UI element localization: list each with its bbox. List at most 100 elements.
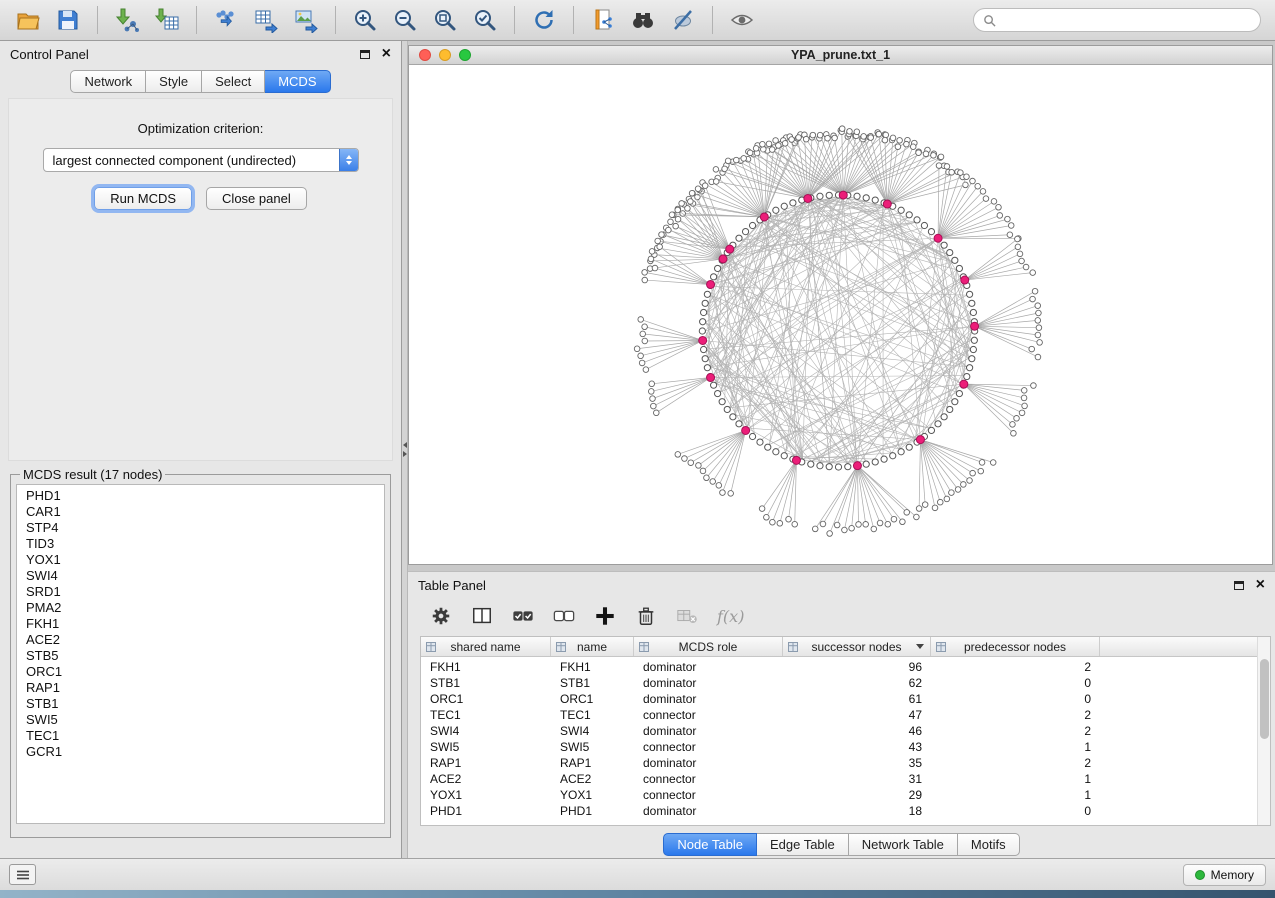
style-slash-button[interactable] (665, 4, 701, 36)
show-hide-button[interactable] (724, 4, 760, 36)
table-settings-button[interactable] (430, 605, 452, 627)
refresh-layout-button[interactable] (526, 4, 562, 36)
tab-select[interactable]: Select (202, 70, 265, 93)
table-row[interactable]: FKH1FKH1dominator962 (421, 659, 1257, 675)
search-network-button[interactable] (625, 4, 661, 36)
zoom-out-button[interactable] (387, 4, 423, 36)
table-cell: 46 (783, 724, 931, 738)
table-cell: YOX1 (421, 788, 551, 802)
mcds-result-item[interactable]: RAP1 (26, 680, 384, 696)
function-builder-button[interactable]: f(x) (717, 607, 744, 626)
tab-network[interactable]: Network (70, 70, 146, 93)
task-history-button[interactable] (9, 864, 36, 885)
network-canvas[interactable] (409, 65, 1272, 564)
dropdown-stepper-icon[interactable] (339, 149, 358, 171)
network-graph[interactable] (409, 65, 1272, 564)
mcds-result-list[interactable]: PHD1CAR1STP4TID3YOX1SWI4SRD1PMA2FKH1ACE2… (16, 484, 385, 824)
save-session-button[interactable] (50, 4, 86, 36)
export-image-icon (293, 7, 319, 33)
mcds-result-item[interactable]: TID3 (26, 536, 384, 552)
export-image-button[interactable] (288, 4, 324, 36)
table-row[interactable]: PHD1PHD1dominator180 (421, 803, 1257, 819)
control-panel-header: Control Panel × (0, 41, 401, 67)
search-input[interactable] (1002, 13, 1251, 27)
import-table-button[interactable] (149, 4, 185, 36)
column-header-shared-name[interactable]: shared name (421, 637, 551, 656)
table-row[interactable]: SWI5SWI5connector431 (421, 739, 1257, 755)
scrollbar-thumb[interactable] (1260, 659, 1269, 739)
table-row[interactable]: SWI4SWI4dominator462 (421, 723, 1257, 739)
table-scrollbar[interactable] (1257, 637, 1270, 825)
mcds-result-item[interactable]: GCR1 (26, 744, 384, 760)
column-header-mcds-role[interactable]: MCDS role (634, 637, 783, 656)
table-toolbar: f(x) (408, 598, 1275, 634)
column-header-name[interactable]: name (551, 637, 634, 656)
zoom-in-button[interactable] (347, 4, 383, 36)
memory-button[interactable]: Memory (1183, 864, 1266, 886)
minimize-window-icon[interactable] (439, 49, 451, 61)
mcds-result-item[interactable]: PHD1 (26, 488, 384, 504)
criterion-dropdown[interactable]: largest connected component (undirected) (43, 148, 359, 172)
export-network-button[interactable] (208, 4, 244, 36)
table-row[interactable]: YOX1YOX1connector291 (421, 787, 1257, 803)
export-table-button[interactable] (248, 4, 284, 36)
column-header-successor-nodes[interactable]: successor nodes (783, 637, 931, 656)
close-panel-button[interactable]: Close panel (206, 187, 307, 210)
delete-column-button[interactable] (635, 605, 657, 627)
tab-node-table[interactable]: Node Table (663, 833, 757, 856)
mcds-result-item[interactable]: FKH1 (26, 616, 384, 632)
table-row[interactable]: ORC1ORC1dominator610 (421, 691, 1257, 707)
tab-motifs[interactable]: Motifs (958, 833, 1020, 856)
close-table-panel-icon[interactable]: × (1256, 577, 1265, 593)
mcds-result-item[interactable]: SWI4 (26, 568, 384, 584)
close-panel-icon[interactable]: × (382, 46, 391, 62)
mcds-result-item[interactable]: STB1 (26, 696, 384, 712)
network-document-button[interactable] (585, 4, 621, 36)
float-table-panel-icon[interactable] (1234, 581, 1244, 590)
mcds-result-item[interactable]: STP4 (26, 520, 384, 536)
delete-table-button[interactable] (676, 605, 698, 627)
table-header-row: shared name name MCDS role successor nod… (421, 637, 1257, 657)
table-cell: dominator (634, 660, 783, 674)
table-row[interactable]: STB1STB1dominator620 (421, 675, 1257, 691)
zoom-selected-button[interactable] (467, 4, 503, 36)
criterion-value: largest connected component (undirected) (44, 149, 339, 171)
control-panel-tabs: Network Style Select MCDS (0, 70, 401, 93)
import-network-button[interactable] (109, 4, 145, 36)
mcds-result-item[interactable]: ACE2 (26, 632, 384, 648)
close-window-icon[interactable] (419, 49, 431, 61)
column-header-predecessor-nodes[interactable]: predecessor nodes (931, 637, 1100, 656)
tab-edge-table[interactable]: Edge Table (757, 833, 849, 856)
run-mcds-button[interactable]: Run MCDS (94, 187, 192, 210)
open-file-button[interactable] (10, 4, 46, 36)
add-column-button[interactable] (594, 605, 616, 627)
mcds-result-item[interactable]: CAR1 (26, 504, 384, 520)
mcds-result-item[interactable]: TEC1 (26, 728, 384, 744)
tab-network-table[interactable]: Network Table (849, 833, 958, 856)
mcds-result-item[interactable]: STB5 (26, 648, 384, 664)
zoom-out-icon (392, 7, 418, 33)
mcds-result-item[interactable]: SRD1 (26, 584, 384, 600)
table-row[interactable]: ACE2ACE2connector311 (421, 771, 1257, 787)
tab-mcds[interactable]: MCDS (265, 70, 330, 93)
search-field[interactable] (973, 8, 1261, 32)
expand-right-icon[interactable] (403, 451, 407, 457)
deselect-all-button[interactable] (553, 605, 575, 627)
select-all-button[interactable] (512, 605, 534, 627)
zoom-fit-button[interactable] (427, 4, 463, 36)
float-panel-icon[interactable] (360, 50, 370, 59)
collapse-left-icon[interactable] (403, 442, 407, 448)
table-cell: 2 (931, 708, 1100, 722)
table-row[interactable]: TEC1TEC1connector472 (421, 707, 1257, 723)
maximize-window-icon[interactable] (459, 49, 471, 61)
show-columns-button[interactable] (471, 605, 493, 627)
mcds-result-item[interactable]: PMA2 (26, 600, 384, 616)
main-toolbar (0, 0, 1275, 41)
mcds-result-item[interactable]: YOX1 (26, 552, 384, 568)
tab-style[interactable]: Style (146, 70, 202, 93)
mcds-result-item[interactable]: ORC1 (26, 664, 384, 680)
network-titlebar[interactable]: YPA_prune.txt_1 (409, 46, 1272, 65)
table-row[interactable]: RAP1RAP1dominator352 (421, 755, 1257, 771)
mcds-result-item[interactable]: SWI5 (26, 712, 384, 728)
delete-table-icon (676, 605, 698, 627)
